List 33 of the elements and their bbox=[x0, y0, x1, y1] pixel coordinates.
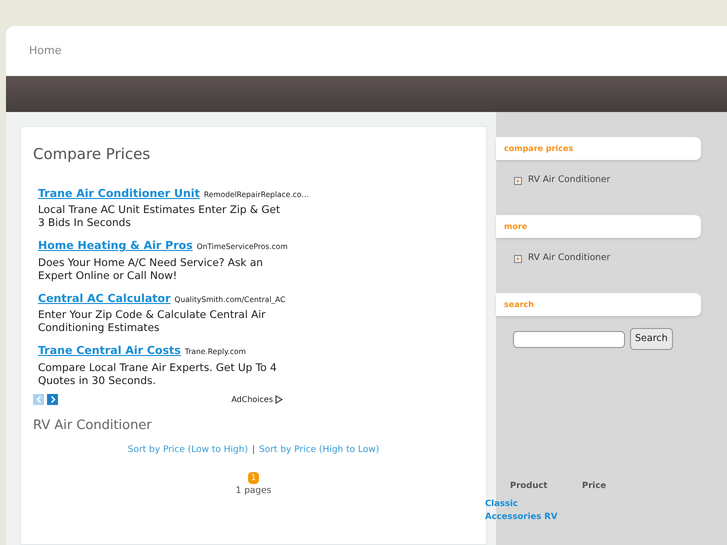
sidebar-link[interactable]: RV Air Conditioner bbox=[528, 174, 610, 188]
chevron-right-icon bbox=[50, 396, 56, 403]
sidebar-link[interactable]: RV Air Conditioner bbox=[528, 252, 610, 266]
column-header: Price bbox=[581, 480, 608, 493]
sort-link[interactable]: Sort by Price (High to Low) bbox=[259, 444, 380, 458]
page-number[interactable]: 1 bbox=[248, 472, 260, 484]
section-heading: RV Air Conditioner bbox=[33, 416, 153, 434]
ad-text: Local Trane AC Unit Estimates Enter Zip & Get 3 Bids In Seconds bbox=[38, 204, 282, 230]
ad-headline-link[interactable]: Trane Air Conditioner Unit bbox=[38, 186, 200, 202]
separator-text: | bbox=[252, 444, 256, 457]
chevron-left-icon bbox=[36, 396, 42, 403]
sort-link[interactable]: Sort by Price (Low to High) bbox=[128, 444, 248, 458]
ad-text: Does Your Home A/C Need Service? Ask an Expert Online or Call Now! bbox=[38, 256, 264, 282]
nav-link[interactable]: Home bbox=[29, 42, 62, 60]
bullet-icon bbox=[514, 176, 522, 185]
sidebar-header: more bbox=[496, 215, 701, 238]
next-button[interactable] bbox=[47, 394, 58, 405]
ad-headline-link[interactable]: Trane Central Air Costs bbox=[38, 343, 181, 360]
page-count: 1 pages bbox=[234, 484, 272, 498]
product-link[interactable]: Classic Accessories RV bbox=[485, 498, 565, 524]
search-field[interactable] bbox=[513, 330, 625, 348]
ad-text: Compare Local Trane Air Experts. Get Up To 4 Quotes in 30 Seconds. bbox=[38, 362, 278, 388]
adchoices-label: AdChoices bbox=[231, 394, 273, 406]
sidebar-header: search bbox=[496, 293, 701, 316]
ad-headline-link[interactable]: Home Heating & Air Pros bbox=[38, 238, 193, 254]
sidebar-header: compare prices bbox=[496, 137, 701, 160]
ad-headline-link[interactable]: Central AC Calculator bbox=[38, 290, 171, 307]
play-triangle-icon bbox=[275, 395, 283, 404]
page-heading: Compare Prices bbox=[33, 144, 152, 165]
search-button[interactable]: Search bbox=[630, 328, 673, 350]
ad-text: Enter Your Zip Code & Calculate Central Air Conditioning Estimates bbox=[38, 309, 266, 335]
bullet-icon bbox=[514, 254, 522, 263]
column-header: Product bbox=[509, 480, 548, 493]
